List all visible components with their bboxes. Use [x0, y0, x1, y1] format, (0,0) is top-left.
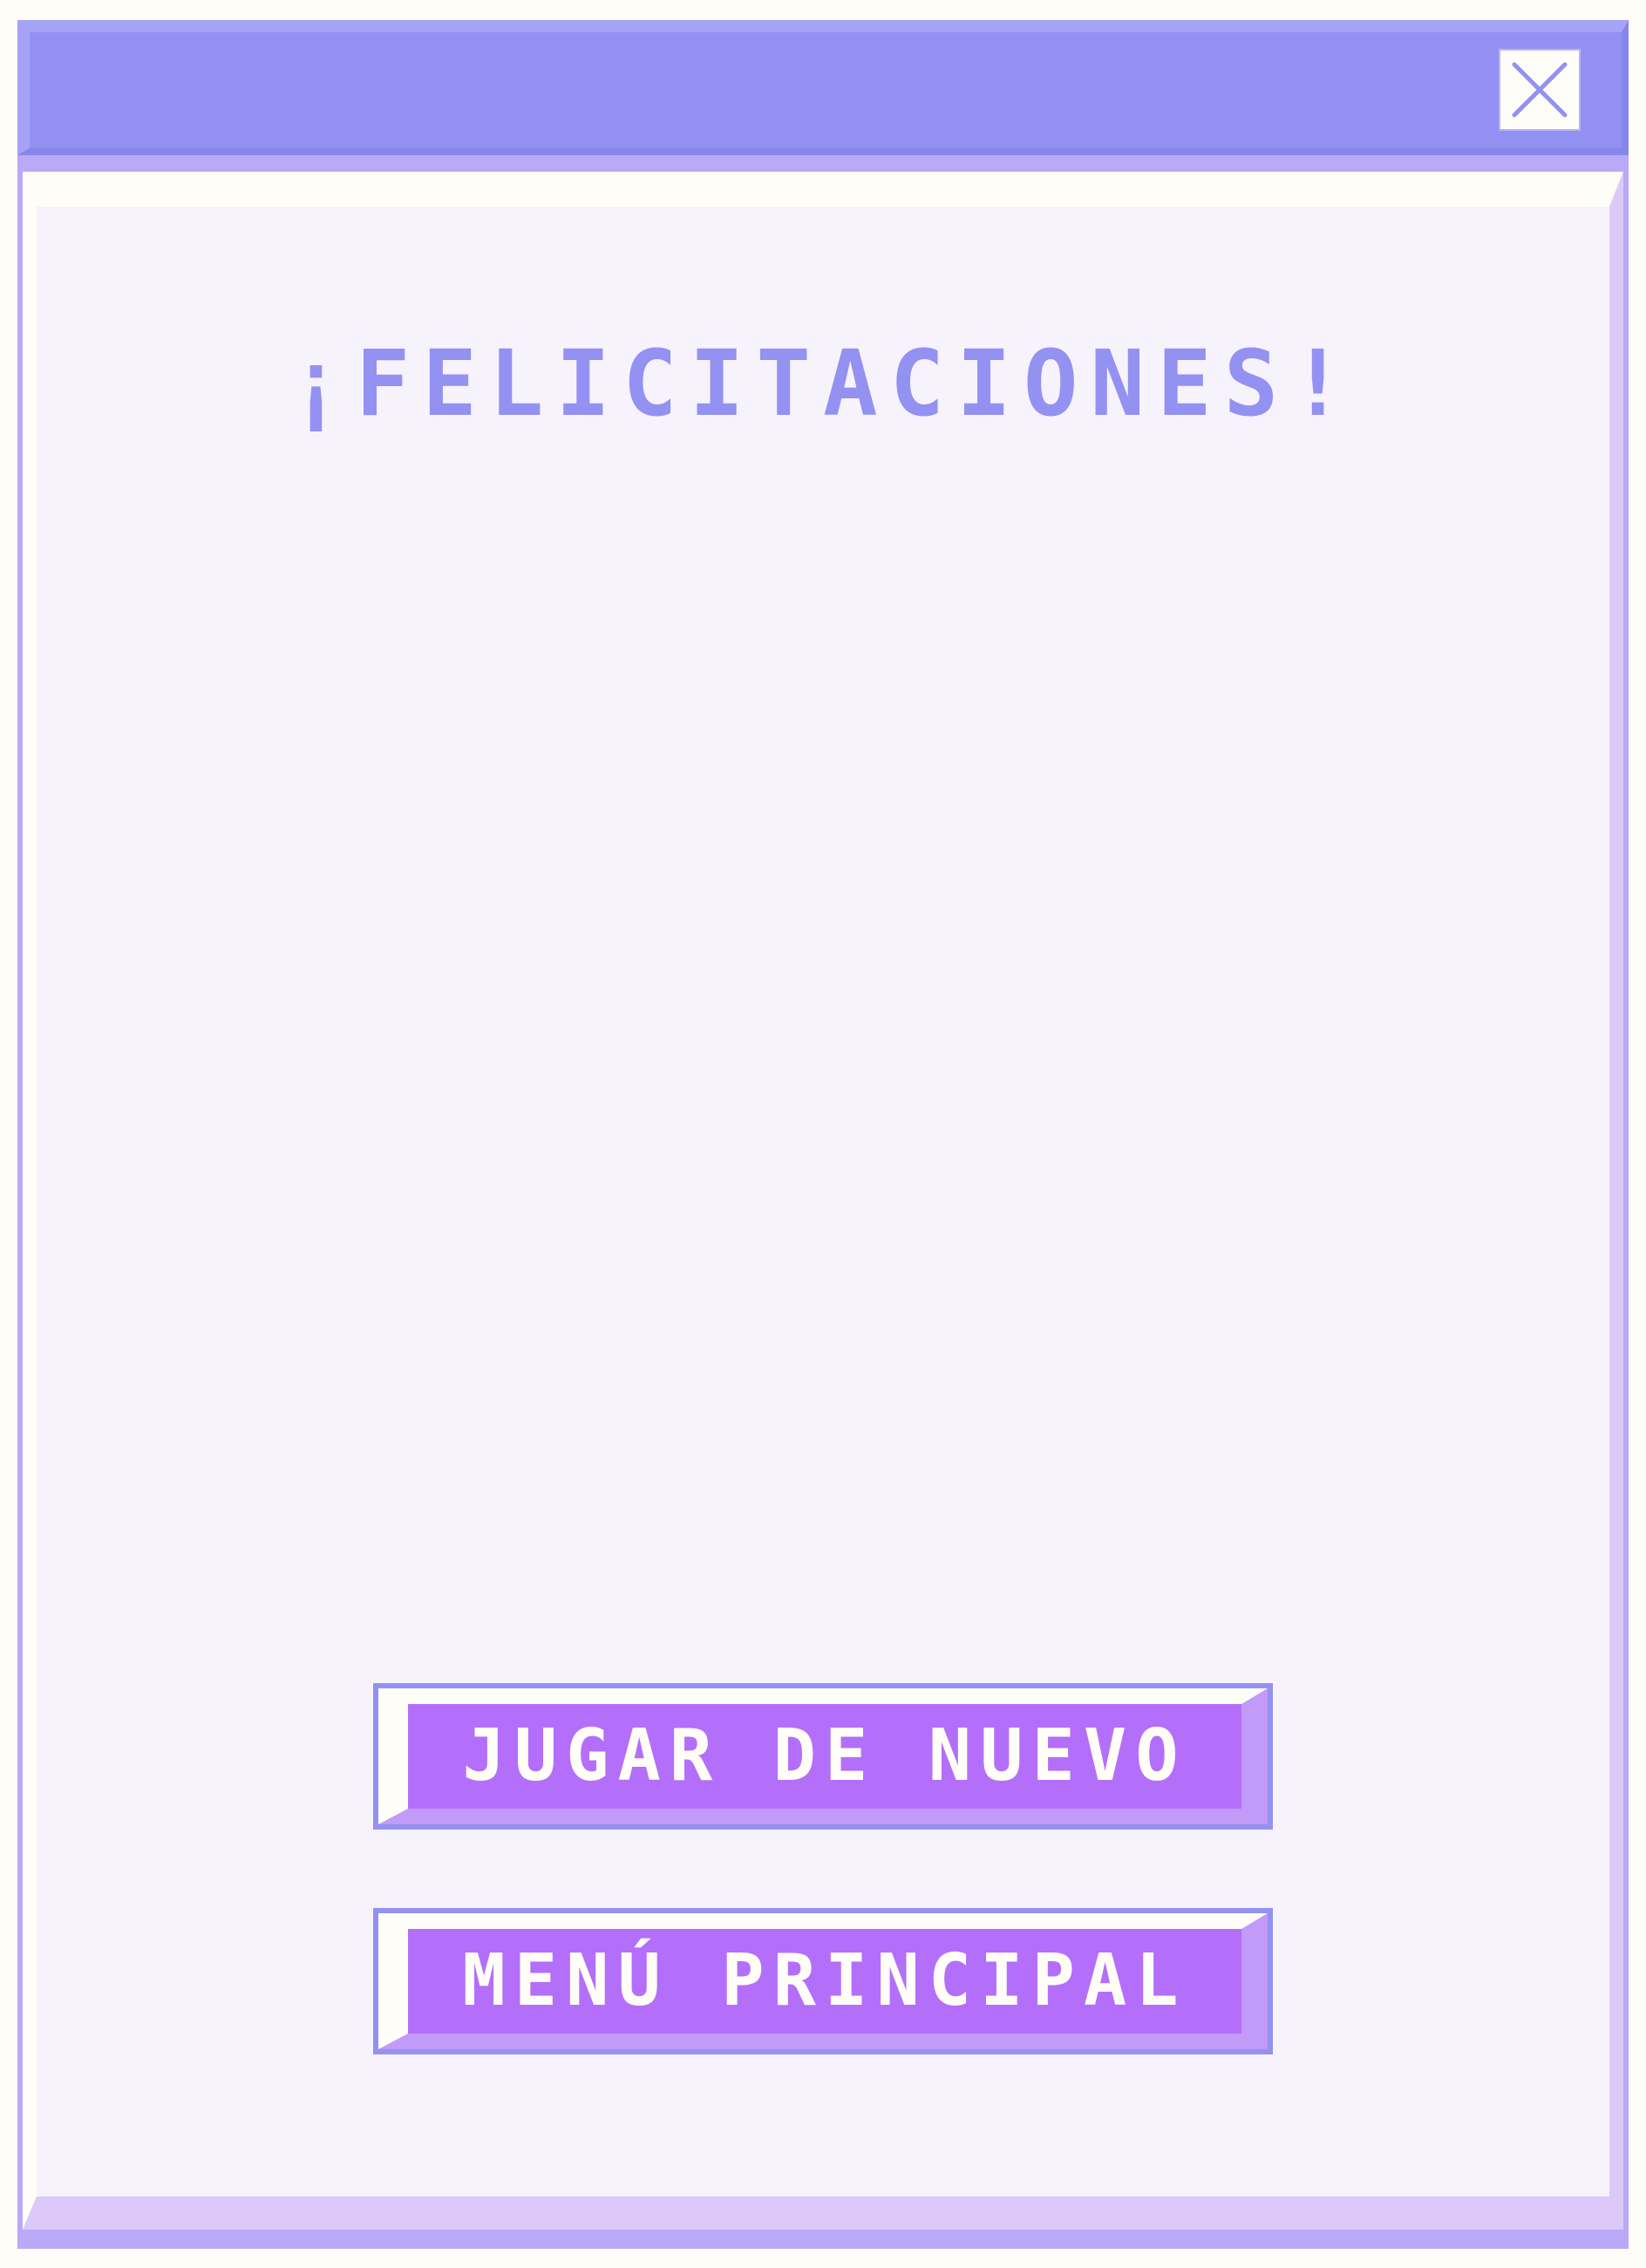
dialog-title: ¡FELICITACIONES!	[289, 330, 1357, 437]
main-menu-button[interactable]: MENÚ PRINCIPAL	[373, 1908, 1273, 2054]
close-button[interactable]	[1499, 49, 1581, 131]
main-menu-label: MENÚ PRINCIPAL	[462, 1939, 1187, 2022]
play-again-label: JUGAR DE NUEVO	[462, 1715, 1187, 1797]
title-bar	[17, 20, 1629, 155]
play-again-button[interactable]: JUGAR DE NUEVO	[373, 1683, 1273, 1830]
close-icon	[1512, 62, 1568, 118]
dialog-window: ¡FELICITACIONES! JUGAR DE NUEVO MENÚ PRI…	[17, 20, 1629, 2249]
